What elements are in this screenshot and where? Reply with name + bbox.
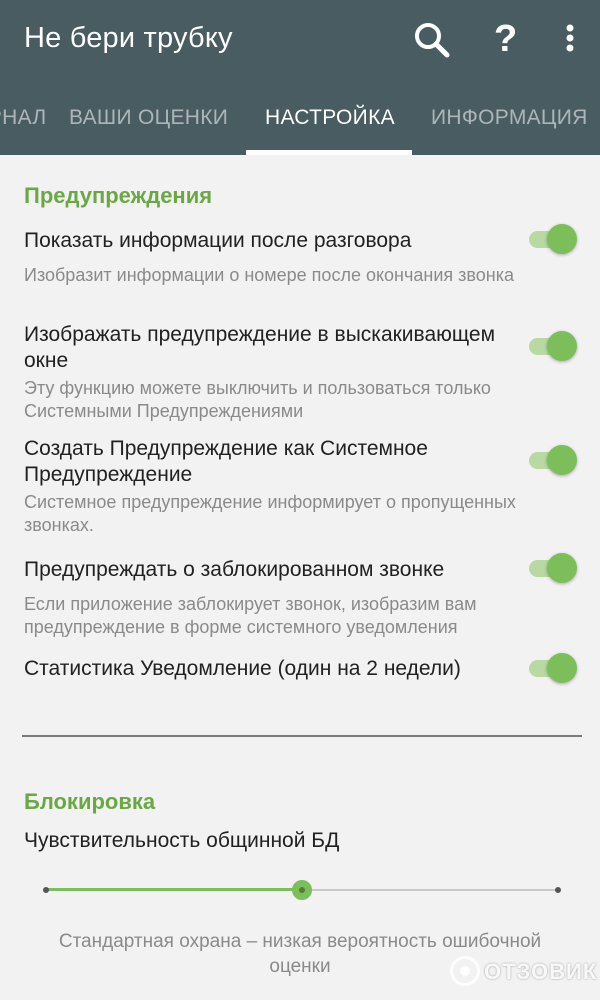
section-title-blocking: Блокировка (24, 789, 156, 814)
switch-popup-warning[interactable] (527, 330, 579, 362)
switch-thumb (547, 653, 577, 683)
switch-thumb (547, 224, 577, 254)
pref-title-show-info-after-call[interactable]: Показать информации после разговора (24, 228, 514, 254)
search-icon[interactable] (408, 16, 456, 64)
tab-information[interactable]: ИНФОРМАЦИЯ (431, 106, 588, 130)
section-title-warnings: Предупреждения (24, 183, 213, 208)
tab-journal[interactable]: ЖУРНАЛ (0, 106, 46, 130)
pref-summary-popup-warning: Эту функцию можете выключить и пользоват… (24, 378, 491, 421)
switch-system-warning[interactable] (527, 444, 579, 476)
tab-bar: ЖУРНАЛ ВАШИ ОЦЕНКИ НАСТРОЙКА ИНФОРМАЦИЯ (0, 92, 600, 155)
pref-title-system-warning[interactable]: Создать Предупреждение как Системное Пре… (24, 436, 514, 488)
pref-title-community-db-sensitivity: Чувствительность общинной БД (24, 829, 340, 852)
slider-knob[interactable] (292, 880, 312, 900)
app-bar: Не бери трубку ? ЖУРНАЛ ВАШИ ОЦЕНКИ НАСТ… (0, 0, 600, 155)
tab-settings[interactable]: НАСТРОЙКА (265, 106, 395, 130)
settings-list[interactable]: Предупреждения Показать информации после… (0, 155, 600, 1000)
slider-fill (46, 888, 302, 891)
more-vert-icon[interactable] (546, 16, 594, 64)
switch-blocked-call-warning[interactable] (527, 552, 579, 584)
sensitivity-slider[interactable] (40, 877, 566, 903)
slider-step-dot (43, 887, 49, 893)
section-divider (22, 735, 582, 737)
slider-step-dot (555, 887, 561, 893)
watermark-icon (450, 956, 480, 986)
help-icon[interactable]: ? (484, 16, 532, 64)
pref-title-stats-notification[interactable]: Статистика Уведомление (один на 2 недели… (24, 656, 514, 682)
switch-show-info-after-call[interactable] (527, 223, 579, 255)
switch-thumb (547, 331, 577, 361)
pref-summary-blocked-call-warning: Если приложение заблокирует звонок, изоб… (24, 594, 477, 637)
switch-stats-notification[interactable] (527, 652, 579, 684)
watermark-text: ОТЗОВИК (484, 959, 598, 984)
pref-summary-show-info-after-call: Изобразит информации о номере после окон… (24, 265, 514, 285)
watermark-logo: ОТЗОВИК (448, 952, 598, 992)
pref-title-blocked-call-warning[interactable]: Предупреждать о заблокированном звонке (24, 557, 514, 583)
app-title: Не бери трубку (24, 22, 233, 54)
pref-summary-system-warning: Системное предупреждение информирует о п… (24, 492, 516, 535)
switch-thumb (547, 553, 577, 583)
help-glyph: ? (494, 18, 518, 60)
tab-your-ratings[interactable]: ВАШИ ОЦЕНКИ (69, 106, 228, 130)
pref-title-popup-warning[interactable]: Изображать предупреждение в выскакивающе… (24, 322, 514, 374)
switch-thumb (547, 445, 577, 475)
